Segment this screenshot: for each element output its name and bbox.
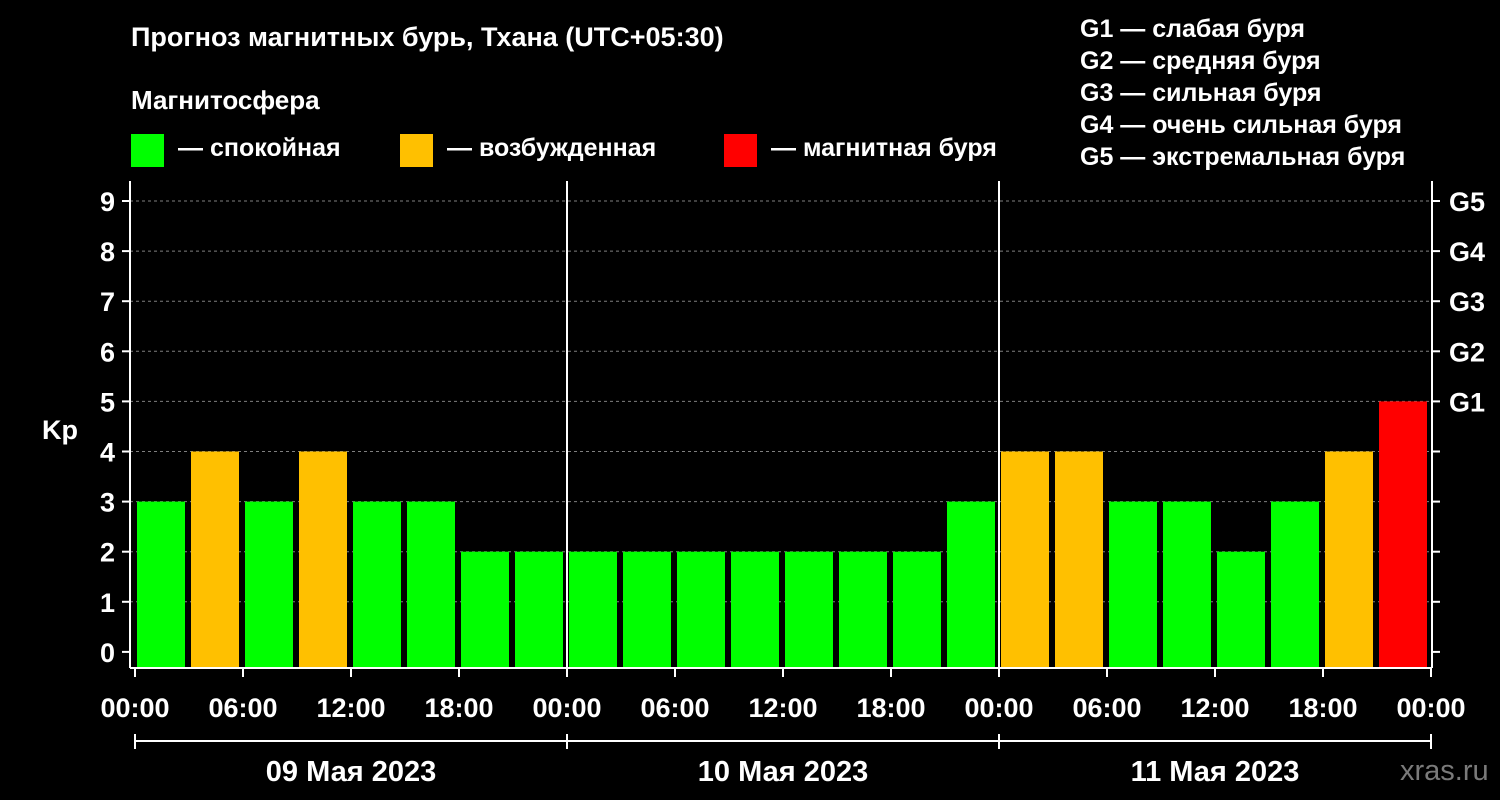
watermark: xras.ru xyxy=(1400,755,1489,787)
g-scale-label: G2 xyxy=(1449,337,1485,367)
y-tick-label: 6 xyxy=(100,337,115,367)
kp-bar xyxy=(785,551,833,668)
date-label: 11 Мая 2023 xyxy=(1131,756,1300,788)
x-tick-label: 18:00 xyxy=(424,693,493,723)
kp-bar xyxy=(245,501,293,668)
x-tick-label: 06:00 xyxy=(1072,693,1141,723)
legend-label-quiet: — спокойная xyxy=(178,134,341,162)
kp-bar xyxy=(407,501,455,668)
kp-bar xyxy=(299,451,347,668)
y-tick-label: 3 xyxy=(100,488,115,518)
y-tick-label: 1 xyxy=(100,588,115,618)
date-label: 09 Мая 2023 xyxy=(266,756,436,788)
kp-bar xyxy=(353,501,401,668)
y-tick-label: 2 xyxy=(100,538,115,568)
legend-subtitle: Магнитосфера xyxy=(131,85,320,115)
kp-bar xyxy=(623,551,671,668)
kp-bar xyxy=(191,451,239,668)
x-tick-label: 12:00 xyxy=(748,693,817,723)
y-tick-label: 4 xyxy=(100,438,115,468)
kp-bar xyxy=(569,551,617,668)
legend-label-active: — возбужденная xyxy=(447,134,657,162)
legend-swatch-storm xyxy=(724,134,757,167)
y-tick-label: 8 xyxy=(100,237,115,267)
kp-bar xyxy=(515,551,563,668)
kp-bar xyxy=(137,501,185,668)
x-tick-label: 06:00 xyxy=(640,693,709,723)
x-tick-label: 00:00 xyxy=(1396,693,1465,723)
x-tick-label: 12:00 xyxy=(1180,693,1249,723)
g-legend-g3: G3 — сильная буря xyxy=(1080,79,1322,107)
kp-bar xyxy=(1325,451,1373,668)
g-scale-label: G5 xyxy=(1449,187,1485,217)
kp-bar xyxy=(1217,551,1265,668)
x-tick-label: 18:00 xyxy=(1288,693,1357,723)
g-scale-label: G4 xyxy=(1449,237,1485,267)
kp-bar xyxy=(1379,401,1427,668)
kp-bar xyxy=(1001,451,1049,668)
kp-bar xyxy=(1109,501,1157,668)
kp-bars xyxy=(137,401,1427,668)
g-legend-g4: G4 — очень сильная буря xyxy=(1080,111,1402,139)
g-legend-g5: G5 — экстремальная буря xyxy=(1080,143,1406,171)
kp-bar xyxy=(1163,501,1211,668)
y-tick-label: 5 xyxy=(100,387,115,417)
legend-swatch-active xyxy=(400,134,433,167)
legend-swatch-quiet xyxy=(131,134,164,167)
x-tick-label: 06:00 xyxy=(208,693,277,723)
legend-label-storm: — магнитная буря xyxy=(771,134,997,162)
x-tick-label: 00:00 xyxy=(100,693,169,723)
g-scale-label: G1 xyxy=(1449,387,1485,417)
kp-bar xyxy=(677,551,725,668)
kp-bar xyxy=(839,551,887,668)
kp-bar xyxy=(1271,501,1319,668)
kp-bar xyxy=(1055,451,1103,668)
x-tick-label: 00:00 xyxy=(532,693,601,723)
axis-labels: 0 1 2 3 4 5 6 7 8 9 G1 G2 G3 G4 G5 Kp 00:00 06:00 12:00 18:… xyxy=(42,187,1485,788)
y-tick-label: 0 xyxy=(100,638,115,668)
date-label: 10 Мая 2023 xyxy=(698,756,868,788)
x-tick-label: 12:00 xyxy=(316,693,385,723)
kp-bar xyxy=(893,551,941,668)
kp-bar xyxy=(947,501,995,668)
chart-title: Прогноз магнитных бурь, Тхана (UTC+05:30… xyxy=(131,22,724,52)
kp-bar xyxy=(461,551,509,668)
g-scale-label: G3 xyxy=(1449,287,1485,317)
y-tick-label: 9 xyxy=(100,187,115,217)
g-legend-g2: G2 — средняя буря xyxy=(1080,47,1321,75)
y-tick-label: 7 xyxy=(100,287,115,317)
y-axis-label: Kp xyxy=(42,415,78,445)
kp-bar xyxy=(731,551,779,668)
g-legend-g1: G1 — слабая буря xyxy=(1080,15,1306,43)
x-tick-label: 00:00 xyxy=(964,693,1033,723)
x-tick-label: 18:00 xyxy=(856,693,925,723)
